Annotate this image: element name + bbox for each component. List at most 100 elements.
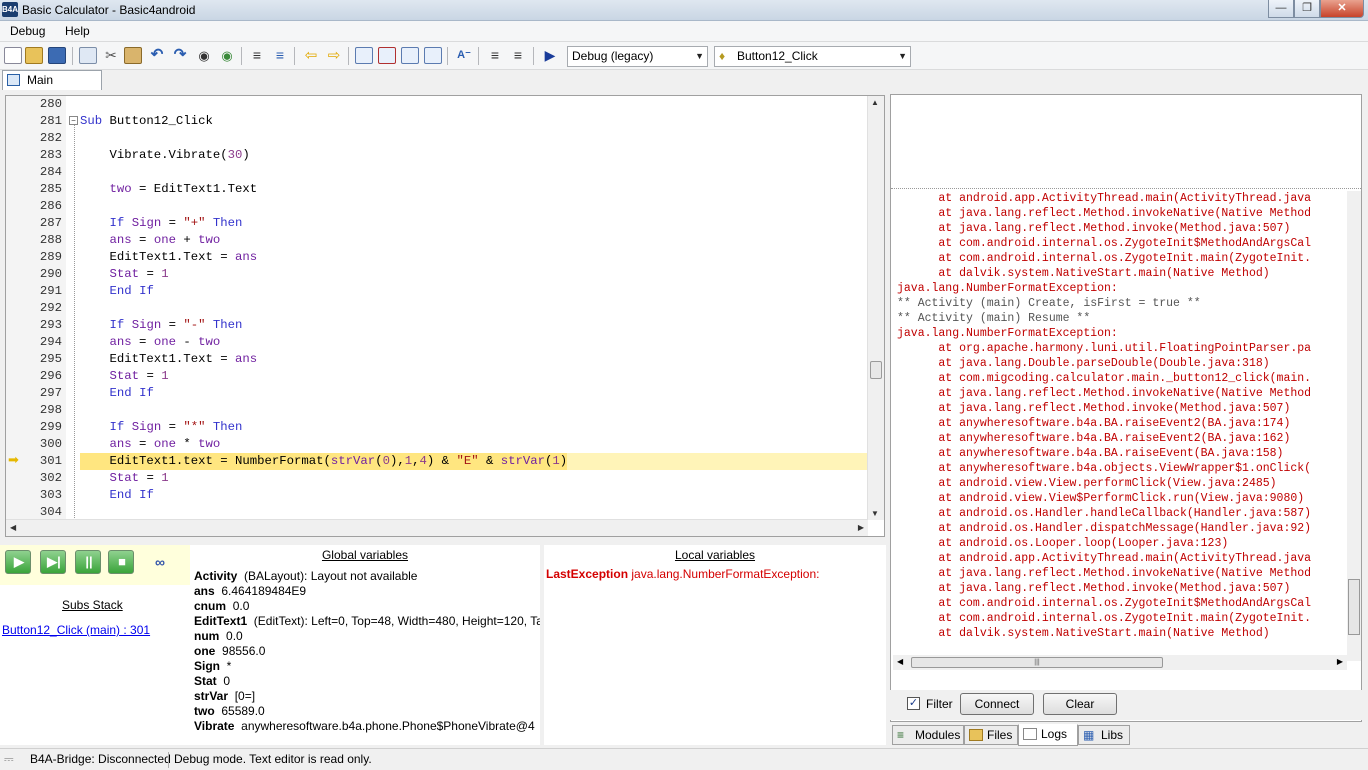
line-number: 288: [39, 233, 62, 247]
code-line: 297 End If: [6, 385, 868, 402]
play-icon: ▶: [14, 554, 24, 569]
tab-files[interactable]: Files: [964, 725, 1018, 745]
link-icon[interactable]: ∞: [148, 554, 172, 570]
comment-icon[interactable]: ≡: [271, 47, 289, 64]
log-line: at anywheresoftware.b4a.BA.raiseEvent2(B…: [897, 432, 1291, 445]
build-mode-select[interactable]: Debug (legacy) ▼: [567, 46, 708, 67]
logs-horizontal-scrollbar[interactable]: ◀ ||| ▶: [893, 655, 1347, 670]
code-line: 300 ans = one * two: [6, 436, 868, 453]
tab-libs[interactable]: ▦ Libs: [1078, 725, 1130, 745]
global-var-row: one 98556.0: [194, 644, 266, 658]
editor-vertical-scrollbar[interactable]: ▲ ▼: [867, 96, 884, 520]
find-replace-icon[interactable]: ◉: [218, 47, 236, 64]
find-icon[interactable]: ◉: [195, 47, 213, 64]
debug-controls: ▶ ▶| || ■ ∞: [0, 545, 190, 585]
code-text: If Sign = "+" Then: [109, 216, 243, 230]
title-bar: B4A Basic Calculator - Basic4android — ❐…: [0, 0, 1368, 21]
line-number: 281: [39, 114, 62, 128]
line-number: 289: [39, 250, 62, 264]
remove-bookmark-icon[interactable]: [378, 47, 396, 64]
font-size-icon[interactable]: A⁻: [455, 47, 473, 64]
new-file-icon[interactable]: [4, 47, 22, 64]
logs-panel: at android.app.ActivityThread.main(Activ…: [890, 94, 1362, 722]
log-line: at com.android.internal.os.ZygoteInit$Me…: [897, 237, 1312, 250]
menu-help[interactable]: Help: [65, 24, 90, 38]
log-line: at java.lang.reflect.Method.invoke(Metho…: [897, 222, 1291, 235]
next-bookmark-icon[interactable]: [424, 47, 442, 64]
code-line: 294 ans = one - two: [6, 334, 868, 351]
clear-button[interactable]: Clear: [1043, 693, 1117, 715]
sub-selector[interactable]: ♦ Button12_Click ▼: [714, 46, 911, 67]
global-var-row: Stat 0: [194, 674, 231, 688]
code-line: 292: [6, 300, 868, 317]
close-button[interactable]: ✕: [1320, 0, 1364, 18]
code-editor[interactable]: 280 281 Sub Button12_Click 282 283 Vibrate.V…: [5, 95, 885, 537]
code-line: 302 Stat = 1: [6, 470, 868, 487]
fold-toggle-icon[interactable]: −: [69, 116, 78, 125]
line-number: 299: [39, 420, 62, 434]
continue-button[interactable]: ▶: [5, 550, 31, 574]
code-text: If Sign = "-" Then: [109, 318, 243, 332]
prev-bookmark-icon[interactable]: [401, 47, 419, 64]
tab-logs[interactable]: Logs: [1018, 724, 1078, 746]
code-line: 298: [6, 402, 868, 419]
code-text: End If: [109, 488, 154, 502]
global-variables-panel: Global variables Activity (BALayout): La…: [190, 545, 540, 745]
logs-vertical-scrollbar[interactable]: [1347, 191, 1361, 661]
debug-pane: ▶ ▶| || ■ ∞ Subs Stack Button12_Click (m…: [0, 545, 886, 745]
line-number: 296: [39, 369, 62, 383]
global-var-row: num 0.0: [194, 629, 243, 643]
log-output[interactable]: at android.app.ActivityThread.main(Activ…: [893, 191, 1347, 647]
global-var-row: Sign *: [194, 659, 232, 673]
copy-icon[interactable]: [79, 47, 97, 64]
minimize-button[interactable]: —: [1268, 0, 1294, 18]
chevron-down-icon: ▼: [898, 51, 907, 61]
forward-arrow-icon[interactable]: ⇨: [325, 47, 343, 64]
line-number: 290: [39, 267, 62, 281]
pause-button[interactable]: ||: [75, 550, 101, 574]
log-line: at java.lang.reflect.Method.invoke(Metho…: [897, 582, 1291, 595]
back-arrow-icon[interactable]: ⇦: [302, 47, 320, 64]
bookmark-icon[interactable]: [355, 47, 373, 64]
side-tabs: ≡ Modules Files Logs ▦ Libs: [890, 724, 1362, 746]
menu-debug[interactable]: Debug: [10, 24, 45, 38]
tab-modules[interactable]: ≡ Modules: [892, 725, 964, 745]
stop-button[interactable]: ■: [108, 550, 134, 574]
log-line: at com.android.internal.os.ZygoteInit.ma…: [897, 252, 1312, 265]
open-folder-icon[interactable]: [25, 47, 43, 64]
redo-icon[interactable]: ↷: [171, 47, 189, 64]
sub-icon: ♦: [719, 49, 726, 63]
line-number: 286: [39, 199, 62, 213]
code-line: 283 Vibrate.Vibrate(30): [6, 147, 868, 164]
subs-stack-item[interactable]: Button12_Click (main) : 301: [2, 623, 150, 637]
step-button[interactable]: ▶|: [40, 550, 66, 574]
log-line: at java.lang.Double.parseDouble(Double.j…: [897, 357, 1270, 370]
block-indent-icon[interactable]: ≡: [486, 47, 504, 64]
save-icon[interactable]: [48, 47, 66, 64]
code-line: 288 ans = one + two: [6, 232, 868, 249]
global-var-row: Vibrate anywheresoftware.b4a.phone.Phone…: [194, 719, 535, 733]
indent-icon[interactable]: ≡: [248, 47, 266, 64]
code-text: ans = one * two: [109, 437, 221, 451]
code-line: 281 Sub Button12_Click: [6, 113, 868, 130]
code-line: 285 two = EditText1.Text: [6, 181, 868, 198]
tab-main[interactable]: Main: [2, 70, 102, 90]
global-var-row: ans 6.464189484E9: [194, 584, 307, 598]
cut-icon[interactable]: ✂: [102, 47, 120, 64]
code-line: 295 EditText1.Text = ans: [6, 351, 868, 368]
run-icon[interactable]: ▶: [541, 47, 559, 64]
line-number: 291: [39, 284, 62, 298]
undo-icon[interactable]: ↶: [148, 47, 166, 64]
block-outdent-icon[interactable]: ≡: [509, 47, 527, 64]
toolbar: ✂ ↶ ↷ ◉ ◉ ≡ ≡ ⇦ ⇨ A⁻ ≡ ≡ ▶ Debug (legacy…: [0, 42, 1368, 70]
paste-icon[interactable]: [124, 47, 142, 64]
filter-checkbox[interactable]: ✓: [907, 697, 920, 710]
current-line-arrow-icon: ➡: [8, 452, 19, 467]
line-number: 282: [39, 131, 62, 145]
logs-icon: [1023, 728, 1037, 740]
code-text: EditText1.Text = ans: [80, 352, 258, 366]
editor-horizontal-scrollbar[interactable]: ◀ ▶: [6, 519, 868, 536]
maximize-button[interactable]: ❐: [1294, 0, 1320, 18]
connect-button[interactable]: Connect: [960, 693, 1034, 715]
code-text: EditText1.Text = ans: [80, 250, 258, 264]
